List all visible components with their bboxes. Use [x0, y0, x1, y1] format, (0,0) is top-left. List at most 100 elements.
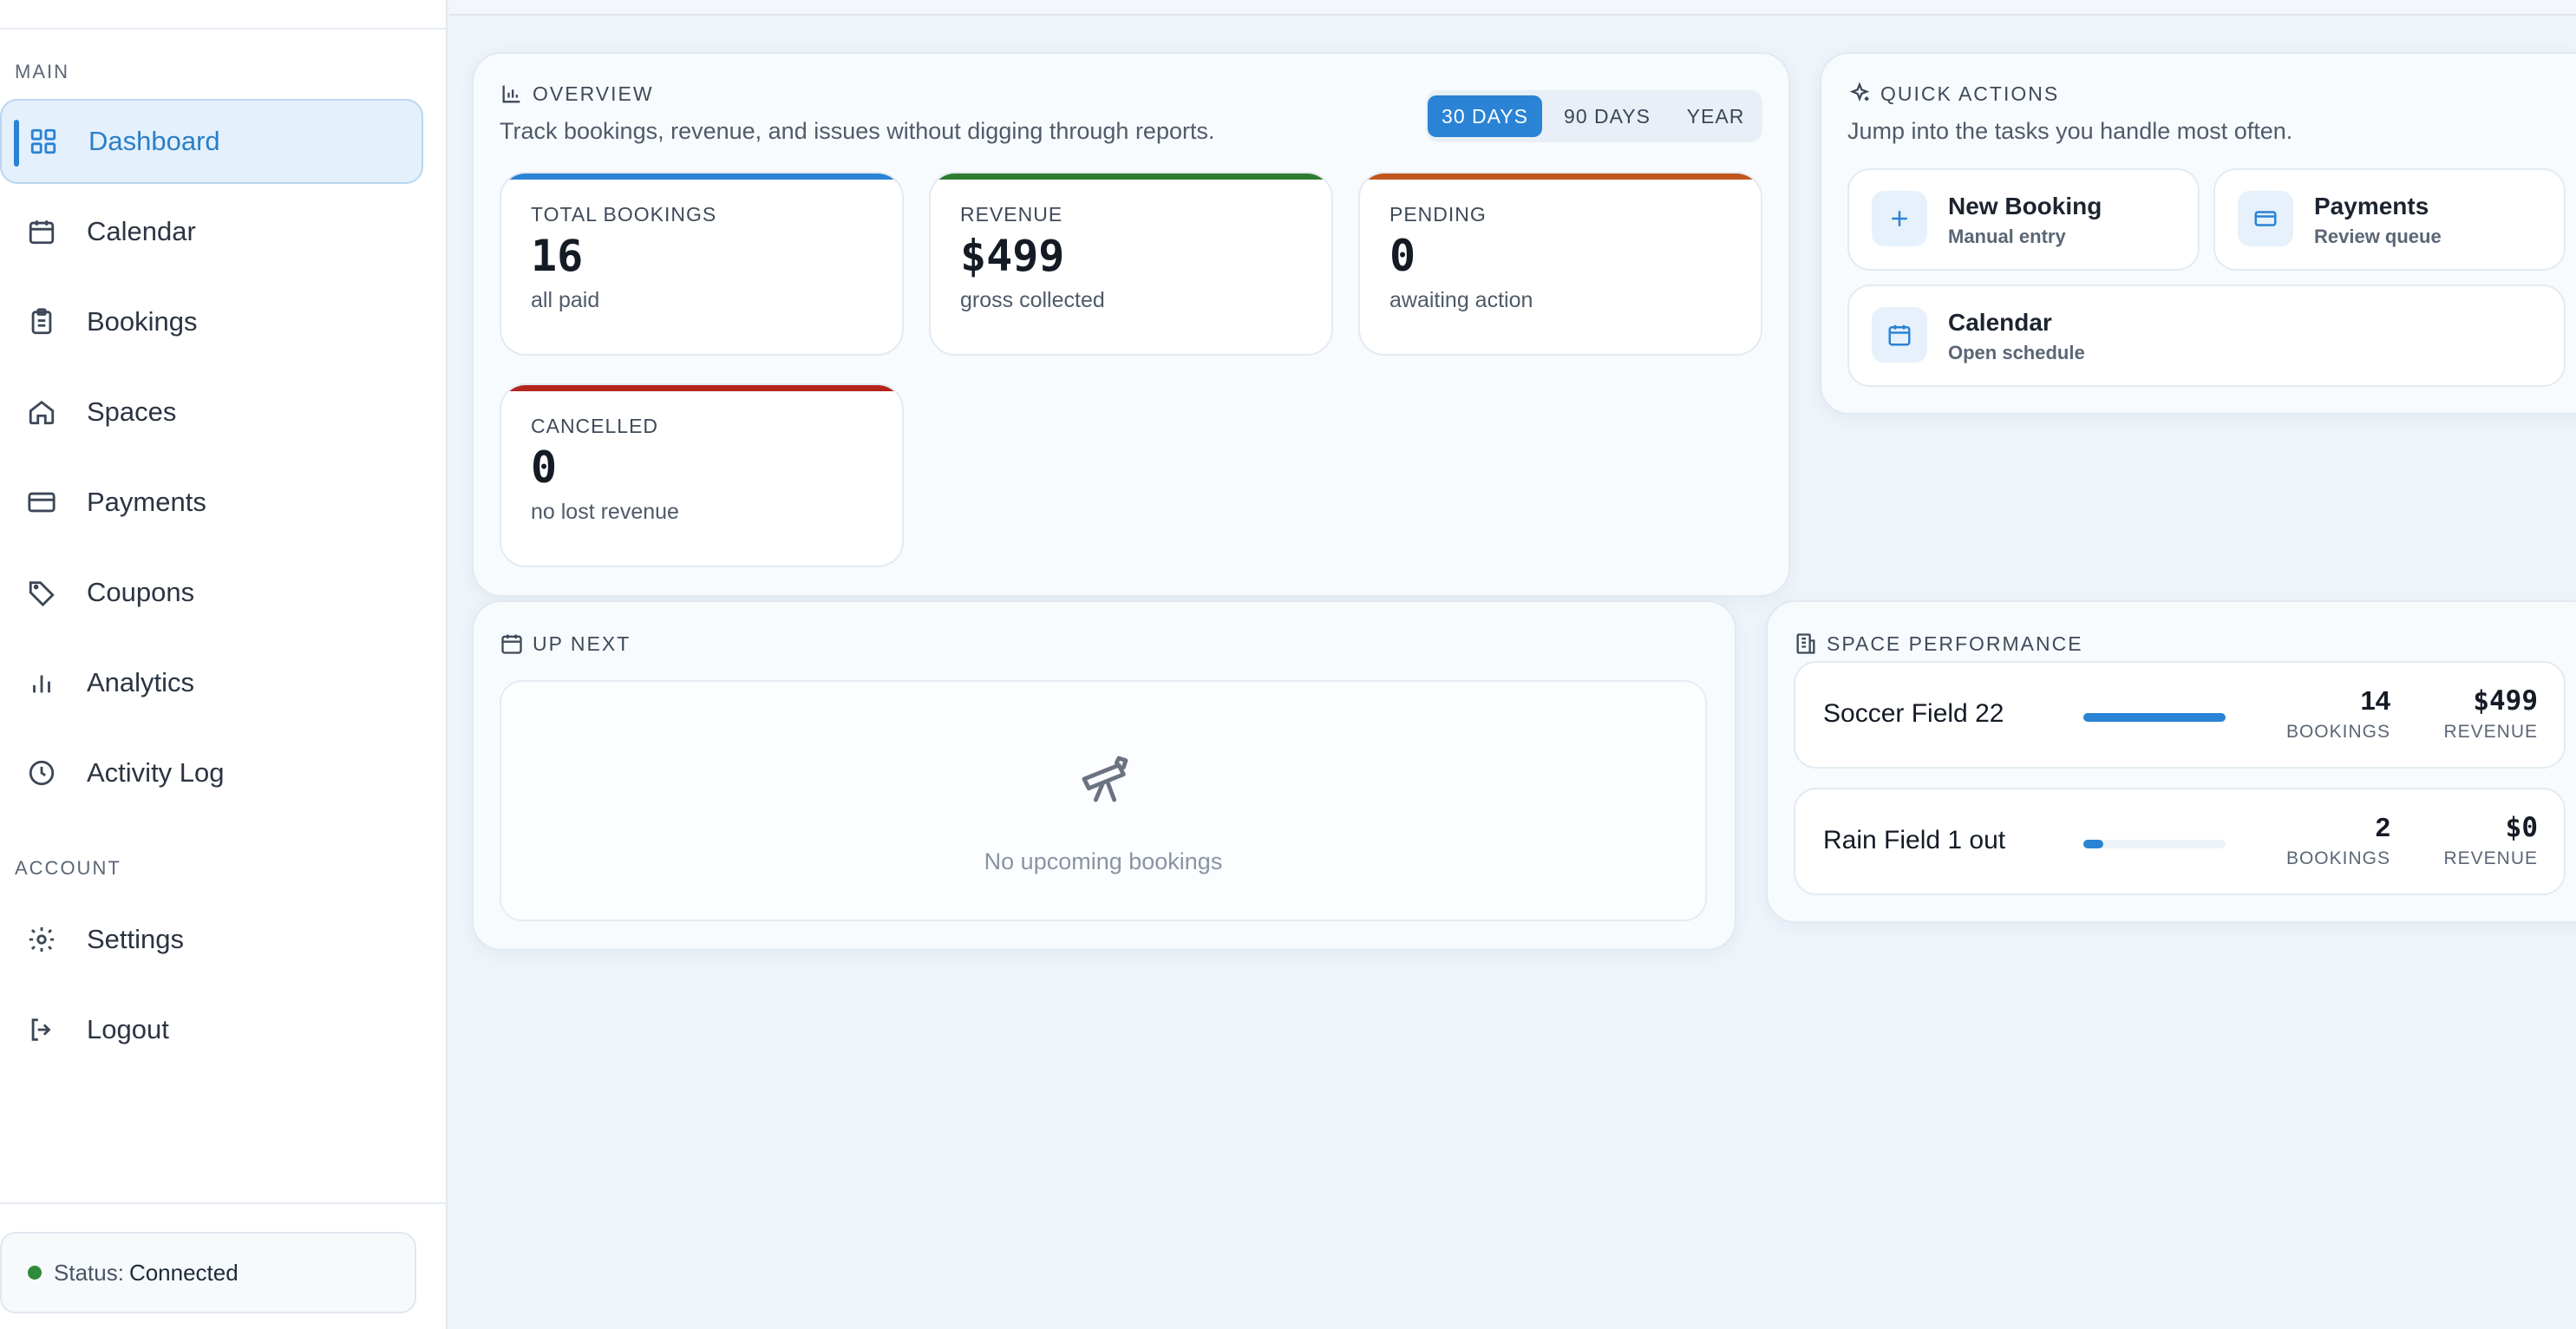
space-row[interactable]: Rain Field 1 out 2 BOOKINGS $0 REVENUE	[1794, 788, 2566, 895]
sidebar-item-logout[interactable]: Logout	[0, 987, 423, 1072]
sidebar-item-label: Coupons	[87, 577, 195, 607]
overview-subtitle: Track bookings, revenue, and issues with…	[500, 118, 1215, 144]
space-bookings-label: BOOKINGS	[2285, 722, 2390, 742]
sidebar-item-coupons[interactable]: Coupons	[0, 550, 423, 635]
space-performance-title: SPACE PERFORMANCE	[1794, 632, 2083, 656]
stat-value: 16	[531, 231, 584, 281]
quick-actions-title: QUICK ACTIONS	[1847, 82, 2059, 106]
bar-chart-icon	[500, 82, 524, 106]
sidebar-item-settings[interactable]: Settings	[0, 897, 423, 982]
gear-icon	[24, 922, 59, 957]
range-toggle: 30 DAYS 90 DAYS YEAR	[1426, 90, 1762, 142]
stat-revenue: REVENUE $499 gross collected	[929, 172, 1333, 356]
section-label-main: MAIN	[15, 61, 69, 82]
space-revenue: $499	[2473, 685, 2538, 717]
logout-icon	[24, 1012, 59, 1047]
sidebar-item-label: Bookings	[87, 306, 198, 337]
calendar-action[interactable]: Calendar Open schedule	[1847, 285, 2566, 387]
sidebar-item-label: Payments	[87, 487, 206, 517]
sidebar-item-label: Logout	[87, 1014, 169, 1044]
stat-label: REVENUE	[960, 203, 1063, 226]
space-share-track	[2083, 713, 2226, 722]
sidebar-item-payments[interactable]: Payments	[0, 460, 423, 545]
sidebar-item-spaces[interactable]: Spaces	[0, 370, 423, 455]
plus-icon	[1872, 191, 1927, 246]
sidebar-item-label: Activity Log	[87, 757, 225, 788]
calendar-icon	[24, 214, 59, 249]
stat-hint: gross collected	[960, 288, 1105, 312]
stat-value: $499	[960, 231, 1065, 281]
status-label: Status:	[54, 1259, 124, 1286]
status-dot-icon	[28, 1266, 42, 1280]
action-subtitle: Review queue	[2314, 226, 2442, 247]
stat-hint: all paid	[531, 288, 600, 312]
space-bookings-label: BOOKINGS	[2285, 848, 2390, 868]
space-bookings-count: 2	[2375, 812, 2390, 842]
telescope-icon	[1077, 751, 1133, 811]
sidebar: MAIN Dashboard Calendar Bookings Spaces …	[0, 0, 448, 1329]
stat-total-bookings: TOTAL BOOKINGS 16 all paid	[500, 172, 904, 356]
bar-chart-icon	[24, 665, 59, 700]
space-bookings-count: 14	[2360, 685, 2390, 716]
sidebar-item-label: Spaces	[87, 396, 177, 427]
range-year-button[interactable]: YEAR	[1672, 95, 1759, 137]
payments-action[interactable]: Payments Review queue	[2213, 168, 2566, 271]
stat-hint: no lost revenue	[531, 500, 679, 524]
clock-icon	[24, 756, 59, 790]
sidebar-item-label: Dashboard	[88, 126, 220, 156]
home-icon	[24, 395, 59, 429]
sidebar-item-bookings[interactable]: Bookings	[0, 279, 423, 364]
stat-label: TOTAL BOOKINGS	[531, 203, 717, 226]
space-revenue-label: REVENUE	[2443, 722, 2538, 742]
stat-value: 0	[1389, 231, 1416, 281]
sidebar-header	[0, 0, 446, 29]
action-subtitle: Manual entry	[1948, 226, 2066, 247]
space-name: Soccer Field 22	[1823, 699, 2004, 728]
credit-card-icon	[2238, 191, 2293, 246]
action-title: Payments	[2314, 193, 2429, 219]
empty-state-text: No upcoming bookings	[984, 848, 1223, 874]
sidebar-item-activity-log[interactable]: Activity Log	[0, 730, 423, 815]
status-value: Connected	[128, 1259, 239, 1286]
up-next-title: UP NEXT	[500, 632, 631, 656]
calendar-icon	[500, 632, 524, 656]
space-name: Rain Field 1 out	[1823, 826, 2006, 854]
top-bar	[449, 0, 2576, 16]
sidebar-item-dashboard[interactable]: Dashboard	[0, 99, 423, 184]
sidebar-item-analytics[interactable]: Analytics	[0, 640, 423, 725]
new-booking-action[interactable]: New Booking Manual entry	[1847, 168, 2200, 271]
stat-accent-bar	[501, 173, 902, 180]
stat-label: PENDING	[1389, 203, 1487, 226]
tag-icon	[24, 575, 59, 610]
stat-label: CANCELLED	[531, 415, 659, 437]
range-30-days-button[interactable]: 30 DAYS	[1428, 95, 1542, 137]
sidebar-item-label: Settings	[87, 924, 185, 954]
stat-hint: awaiting action	[1389, 288, 1533, 312]
sidebar-item-label: Calendar	[87, 216, 196, 246]
clipboard-icon	[24, 304, 59, 339]
credit-card-icon	[24, 485, 59, 520]
sidebar-divider	[0, 1202, 446, 1204]
overview-title: OVERVIEW	[500, 82, 654, 106]
stat-accent-bar	[501, 385, 902, 391]
calendar-icon	[1872, 307, 1927, 363]
sparkles-icon	[1847, 82, 1872, 106]
sidebar-item-calendar[interactable]: Calendar	[0, 189, 423, 274]
sidebar-item-label: Analytics	[87, 667, 195, 697]
action-title: Calendar	[1948, 309, 2052, 336]
quick-actions-subtitle: Jump into the tasks you handle most ofte…	[1847, 118, 2293, 144]
space-share-fill	[2083, 840, 2104, 848]
building-icon	[1794, 632, 1818, 656]
range-90-days-button[interactable]: 90 DAYS	[1542, 95, 1672, 137]
stat-accent-bar	[931, 173, 1331, 180]
section-label-account: ACCOUNT	[15, 857, 121, 879]
space-row[interactable]: Soccer Field 22 14 BOOKINGS $499 REVENUE	[1794, 661, 2566, 769]
stat-cancelled: CANCELLED 0 no lost revenue	[500, 383, 904, 567]
space-share-track	[2083, 840, 2226, 848]
empty-state: No upcoming bookings	[500, 680, 1707, 921]
grid-icon	[26, 124, 61, 159]
action-title: New Booking	[1948, 193, 2102, 219]
space-share-fill	[2083, 713, 2226, 722]
space-revenue-label: REVENUE	[2443, 848, 2538, 868]
action-subtitle: Open schedule	[1948, 342, 2085, 363]
